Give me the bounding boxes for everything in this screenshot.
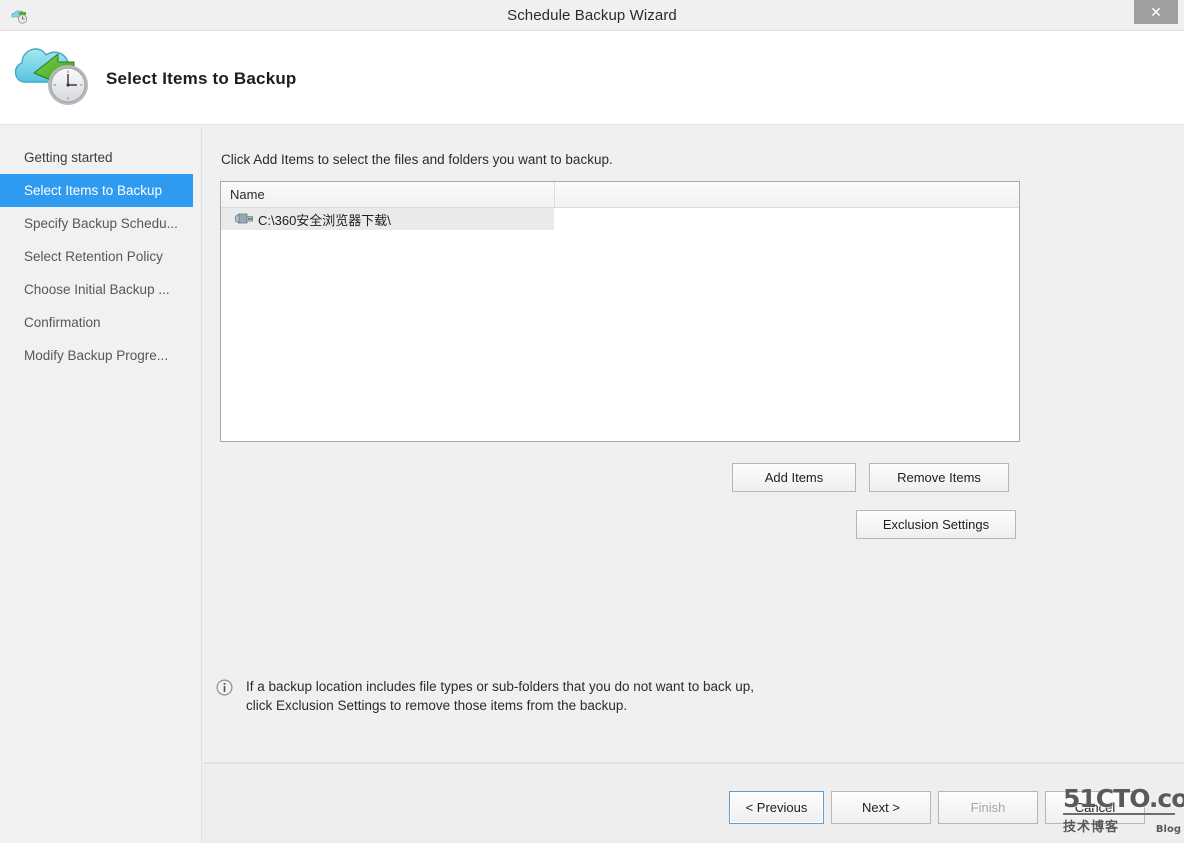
add-items-button[interactable]: Add Items (732, 463, 856, 492)
cloud-backup-clock-icon (12, 35, 98, 111)
content-pane: Click Add Items to select the files and … (203, 126, 1184, 762)
sidebar-item-specify-backup-schedule[interactable]: Specify Backup Schedu... (0, 207, 201, 240)
list-item-label: C:\360安全浏览器下载\ (258, 210, 391, 229)
sidebar-item-getting-started[interactable]: Getting started (0, 141, 201, 174)
network-folder-icon (234, 211, 254, 227)
column-header-name[interactable]: Name (221, 182, 555, 207)
wizard-footer: < Previous Next > Finish Cancel (203, 762, 1184, 843)
close-button[interactable]: ✕ (1134, 0, 1178, 24)
exclusion-settings-button[interactable]: Exclusion Settings (856, 510, 1016, 539)
backup-items-list[interactable]: Name C:\360安全浏览器下载\ (220, 181, 1020, 442)
sidebar-item-confirmation[interactable]: Confirmation (0, 306, 201, 339)
wizard-header: Select Items to Backup (0, 31, 1184, 125)
sidebar-item-select-items-to-backup[interactable]: Select Items to Backup (0, 174, 193, 207)
footer-separator (203, 763, 1184, 764)
info-note: If a backup location includes file types… (216, 677, 756, 715)
list-item[interactable]: C:\360安全浏览器下载\ (221, 208, 554, 230)
instruction-text: Click Add Items to select the files and … (221, 152, 613, 167)
column-header-empty[interactable] (555, 182, 1019, 207)
finish-button: Finish (938, 791, 1038, 824)
title-bar: Schedule Backup Wizard ✕ (0, 0, 1184, 31)
sidebar-item-select-retention-policy[interactable]: Select Retention Policy (0, 240, 201, 273)
page-title: Select Items to Backup (106, 69, 297, 89)
cancel-button[interactable]: Cancel (1045, 791, 1145, 824)
next-button[interactable]: Next > (831, 791, 931, 824)
info-icon (216, 679, 233, 696)
sidebar-item-modify-backup-progress[interactable]: Modify Backup Progre... (0, 339, 201, 372)
info-note-text: If a backup location includes file types… (246, 677, 756, 715)
list-header-row: Name (221, 182, 1019, 208)
previous-button[interactable]: < Previous (729, 791, 824, 824)
window-title: Schedule Backup Wizard (0, 0, 1184, 31)
wizard-sidebar: Getting started Select Items to Backup S… (0, 126, 202, 843)
sidebar-item-choose-initial-backup[interactable]: Choose Initial Backup ... (0, 273, 201, 306)
remove-items-button[interactable]: Remove Items (869, 463, 1009, 492)
